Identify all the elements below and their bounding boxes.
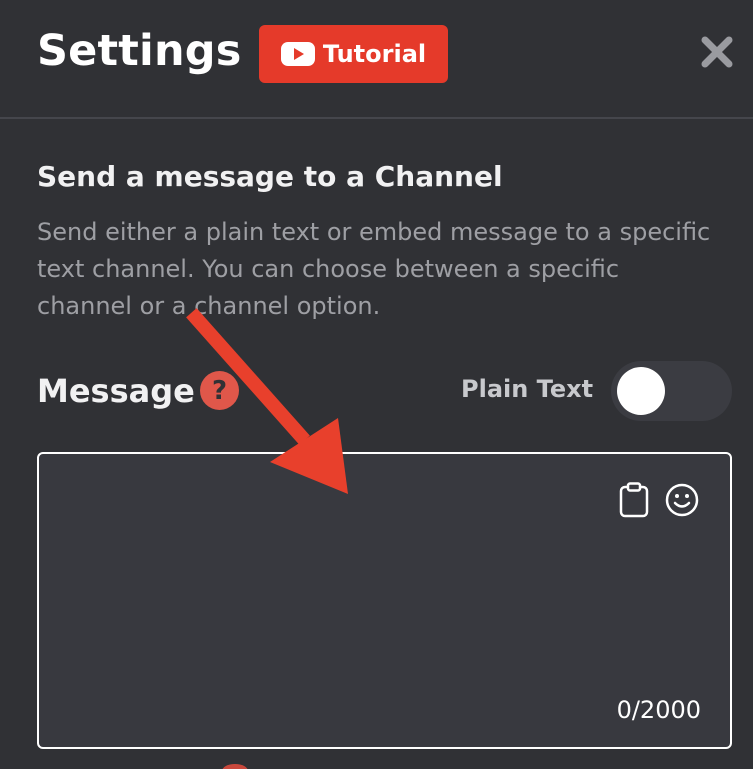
partial-icon	[222, 764, 248, 769]
settings-header: Settings Tutorial	[0, 0, 753, 119]
section-description: Send either a plain text or embed messag…	[37, 218, 711, 320]
clipboard-icon[interactable]	[619, 482, 649, 518]
character-count: 0/2000	[616, 696, 701, 724]
youtube-play-icon	[280, 42, 315, 66]
plain-text-label: Plain Text	[461, 375, 594, 403]
svg-text:?: ?	[212, 376, 227, 406]
message-textarea[interactable]: 0/2000	[37, 452, 732, 749]
tutorial-button-label: Tutorial	[322, 40, 427, 68]
section-heading: Send a message to a Channel	[37, 160, 503, 193]
tutorial-button[interactable]: Tutorial	[259, 25, 448, 83]
emoji-icon[interactable]	[665, 483, 699, 517]
settings-panel: Settings Tutorial Send a message to a Ch…	[0, 0, 753, 769]
close-icon	[701, 36, 733, 68]
help-button[interactable]: ?	[200, 371, 239, 410]
plain-text-toggle[interactable]	[611, 361, 732, 421]
toggle-knob	[617, 367, 665, 415]
question-mark-icon: ?	[200, 371, 239, 410]
close-button[interactable]	[700, 35, 734, 69]
page-title: Settings	[37, 26, 242, 76]
message-label: Message	[37, 372, 195, 410]
